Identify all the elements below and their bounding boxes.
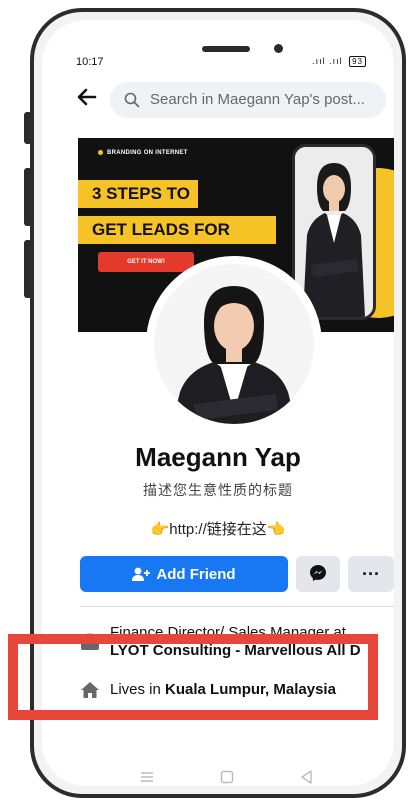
speaker — [202, 46, 250, 52]
annotation-highlight-box — [8, 634, 378, 720]
profile-avatar[interactable] — [146, 256, 322, 432]
search-placeholder: Search in Maegann Yap's post... — [150, 91, 365, 108]
messenger-icon — [310, 564, 326, 581]
home-nav-icon[interactable] — [218, 768, 236, 786]
cover-tag: BRANDING ON INTERNET — [98, 150, 188, 156]
cover-headline-1: 3 STEPS TO — [78, 180, 198, 208]
cover-cta: GET IT NOW! — [98, 252, 194, 272]
menu-icon[interactable] — [138, 768, 156, 786]
status-time: 10:17 — [76, 56, 104, 68]
battery-icon: 93 — [349, 56, 366, 67]
avatar-photo — [154, 264, 314, 424]
profile-bio: 描述您生意性质的标题 — [143, 482, 293, 498]
add-friend-label: Add Friend — [156, 565, 236, 583]
profile-name: Maegann Yap — [135, 442, 301, 472]
cover-person-image — [295, 147, 373, 317]
profile-link[interactable]: 👉http://链接在这👈 — [42, 518, 394, 539]
cover-headline-2: GET LEADS FOR FREE! — [78, 216, 276, 267]
front-camera — [274, 44, 283, 53]
page: 10:17 .ııl .ııl 93 Search in Maegann Yap… — [0, 0, 418, 800]
more-options-button[interactable]: ··· — [348, 556, 394, 592]
system-nav-bar — [42, 768, 394, 786]
signal-icon: .ııl .ııl — [312, 56, 343, 66]
add-friend-button[interactable]: Add Friend — [80, 556, 288, 592]
search-input[interactable]: Search in Maegann Yap's post... — [110, 82, 386, 118]
avatar-person-image — [154, 264, 314, 424]
divider — [80, 606, 394, 607]
messenger-button[interactable] — [296, 556, 340, 592]
add-person-icon — [132, 567, 151, 581]
back-arrow-icon[interactable] — [76, 86, 98, 108]
back-nav-icon[interactable] — [298, 768, 316, 786]
status-icons: .ııl .ııl 93 — [312, 56, 366, 67]
search-icon — [124, 92, 140, 108]
